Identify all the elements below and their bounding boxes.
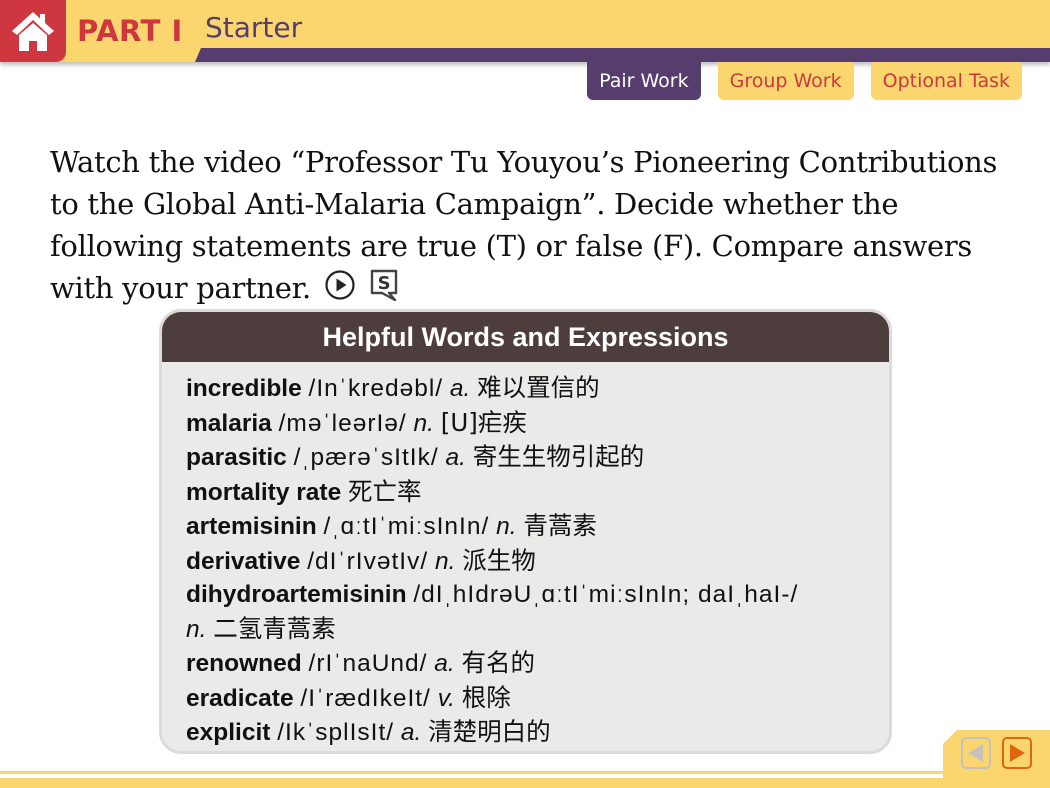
vocab-meaning: 二氢青蒿素 <box>213 613 336 643</box>
play-video-button[interactable] <box>324 269 356 312</box>
vocab-phonetic: /ˌɑːtIˈmiːsInIn/ <box>323 513 490 540</box>
script-button[interactable]: S <box>369 268 399 313</box>
home-button[interactable] <box>0 0 66 62</box>
vocab-phonetic: /dIˌhIdrəUˌɑːtIˈmiːsInIn; daIˌhaI-/ <box>413 581 799 608</box>
next-arrow-icon <box>1010 744 1025 762</box>
vocab-pos: a. <box>445 444 466 471</box>
vocab-word: renowned <box>186 650 302 677</box>
tab-optional-task[interactable]: Optional Task <box>870 62 1022 100</box>
script-s-icon: S <box>370 269 397 301</box>
vocab-entry: derivative /dIˈrIvətIv/ n. 派生物 <box>186 544 889 579</box>
vocab-word: explicit <box>186 719 271 746</box>
vocab-phonetic: /Inˈkredəbl/ <box>308 375 444 402</box>
vocab-entry: parasitic /ˌpærəˈsItIk/ a. 寄生生物引起的 <box>186 440 889 475</box>
vocabulary-card: Helpful Words and Expressions incredible… <box>159 309 892 754</box>
vocab-entry-continued: n. 二氢青蒿素 <box>186 612 889 647</box>
vocab-entry: explicit /IkˈsplIsIt/ a. 清楚明白的 <box>186 715 889 750</box>
vocab-meaning: 青蒿素 <box>523 511 597 540</box>
vocab-meaning: 派生物 <box>462 545 536 575</box>
vocab-meaning: 有名的 <box>461 648 536 677</box>
vocab-pos: n. <box>434 547 456 575</box>
task-tabs: Pair Work Group Work Optional Task <box>587 62 1022 100</box>
tab-pair-work[interactable]: Pair Work <box>587 62 701 100</box>
vocabulary-list: incredible /Inˈkredəbl/ a. 难以置信的 malaria… <box>162 362 889 750</box>
vocab-word: artemisinin <box>186 513 317 540</box>
vocab-word: eradicate <box>186 684 294 712</box>
vocab-meaning: 根除 <box>461 682 511 712</box>
vocab-meaning: 难以置信的 <box>477 373 600 402</box>
header-accent-stripe <box>195 48 1050 62</box>
instructions: Watch the video “Professor Tu Youyou’s P… <box>50 141 1020 313</box>
card-title: Helpful Words and Expressions <box>162 312 889 362</box>
vocab-word: mortality rate <box>186 478 342 506</box>
part-label: PART I <box>77 14 183 48</box>
play-circle-icon <box>325 269 355 300</box>
vocab-pos: a. <box>449 375 471 402</box>
vocab-entry: dihydroartemisinin /dIˌhIdrəUˌɑːtIˈmiːsI… <box>186 578 889 612</box>
previous-arrow-icon <box>968 744 983 762</box>
vocab-entry: artemisinin /ˌɑːtIˈmiːsInIn/ n. 青蒿素 <box>186 509 889 544</box>
vocab-phonetic: /IˈrædIkeIt/ <box>300 684 431 712</box>
footer-line <box>0 771 950 774</box>
vocab-entry: eradicate /IˈrædIkeIt/ v. 根除 <box>186 681 889 716</box>
home-icon <box>12 12 54 51</box>
vocab-pos: a. <box>434 650 455 677</box>
vocab-phonetic: /IkˈsplIsIt/ <box>277 719 395 746</box>
vocab-pos: n. <box>186 615 207 643</box>
vocab-phonetic: /ˌpærəˈsItIk/ <box>293 444 439 471</box>
vocab-entry: incredible /Inˈkredəbl/ a. 难以置信的 <box>186 371 889 406</box>
vocab-entry: mortality rate 死亡率 <box>186 475 889 510</box>
page-nav-panel <box>943 730 1050 778</box>
footer-bar <box>0 778 1050 788</box>
vocab-meaning: [U]疟疾 <box>440 407 527 437</box>
vocab-pos: a. <box>400 719 422 746</box>
instructions-text: Watch the video “Professor Tu Youyou’s P… <box>50 145 998 305</box>
previous-page-button[interactable] <box>961 737 991 769</box>
section-title: Starter <box>205 11 303 44</box>
vocab-pos: v. <box>437 684 455 712</box>
vocab-word: incredible <box>186 375 302 402</box>
vocab-word: dihydroartemisinin <box>186 581 407 608</box>
vocab-entry: malaria /məˈleərIə/ n. [U]疟疾 <box>186 406 889 441</box>
tab-group-work[interactable]: Group Work <box>717 62 854 100</box>
vocab-word: malaria <box>186 409 272 437</box>
vocab-word: parasitic <box>186 444 287 471</box>
vocab-phonetic: /dIˈrIvətIv/ <box>307 547 429 575</box>
vocab-word: derivative <box>186 547 301 575</box>
vocab-meaning: 死亡率 <box>348 476 422 506</box>
vocab-phonetic: /rIˈnaUnd/ <box>308 650 428 677</box>
next-page-button[interactable] <box>1002 737 1032 769</box>
svg-text:S: S <box>377 273 390 294</box>
vocab-entry: renowned /rIˈnaUnd/ a. 有名的 <box>186 646 889 681</box>
vocab-meaning: 寄生生物引起的 <box>472 442 645 471</box>
vocab-pos: n. <box>496 513 517 540</box>
vocab-meaning: 清楚明白的 <box>428 717 551 746</box>
vocab-phonetic: /məˈleərIə/ <box>278 409 407 437</box>
vocab-pos: n. <box>413 409 434 437</box>
